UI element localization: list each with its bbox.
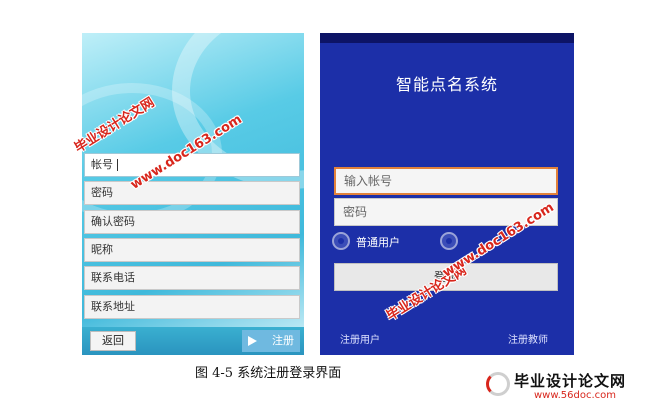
register-user-link[interactable]: 注册用户 bbox=[340, 331, 380, 346]
phone-field[interactable]: 联系电话 bbox=[84, 266, 300, 290]
logo-url: www.56doc.com bbox=[534, 390, 617, 401]
account-field-label: 帐号 bbox=[91, 158, 113, 171]
password-field-label: 密码 bbox=[91, 186, 113, 199]
logo-ring-icon bbox=[486, 372, 510, 396]
play-arrow-icon bbox=[248, 336, 257, 346]
figure-caption: 图 4-5 系统注册登录界面 bbox=[195, 366, 342, 381]
phone-field-label: 联系电话 bbox=[91, 271, 135, 284]
password-field[interactable]: 密码 bbox=[84, 181, 300, 205]
back-button[interactable]: 返回 bbox=[90, 331, 136, 351]
radio-dot bbox=[446, 238, 452, 244]
confirm-password-field-label: 确认密码 bbox=[91, 215, 135, 228]
radio-normal-user-label: 普通用户 bbox=[356, 236, 400, 249]
nickname-field-label: 昵称 bbox=[91, 243, 113, 256]
confirm-password-field[interactable]: 确认密码 bbox=[84, 210, 300, 234]
site-logo: 毕业设计论文网 www.56doc.com bbox=[484, 368, 650, 404]
logo-brand: 毕业设计论文网 bbox=[514, 372, 627, 390]
radio-dot bbox=[338, 238, 344, 244]
app-title: 智能点名系统 bbox=[395, 75, 498, 94]
account-input[interactable]: 输入帐号 bbox=[334, 167, 558, 195]
register-screen: 帐号 密码 确认密码 昵称 联系电话 联系地址 返回 注册 bbox=[82, 33, 304, 355]
register-teacher-link[interactable]: 注册教师 bbox=[508, 331, 548, 346]
text-caret bbox=[117, 159, 118, 171]
status-bar bbox=[320, 33, 574, 43]
address-field[interactable]: 联系地址 bbox=[84, 295, 300, 319]
address-field-label: 联系地址 bbox=[91, 300, 135, 313]
bottom-bar: 返回 注册 bbox=[82, 327, 304, 355]
register-button[interactable]: 注册 bbox=[242, 330, 300, 352]
register-button-label: 注册 bbox=[272, 334, 294, 347]
nickname-field[interactable]: 昵称 bbox=[84, 238, 300, 262]
radio-normal-user[interactable] bbox=[332, 232, 350, 250]
login-screen: 智能点名系统 输入帐号 密码 普通用户 登录 注册用户 注册教师 bbox=[320, 33, 574, 355]
radio-teacher[interactable] bbox=[440, 232, 458, 250]
